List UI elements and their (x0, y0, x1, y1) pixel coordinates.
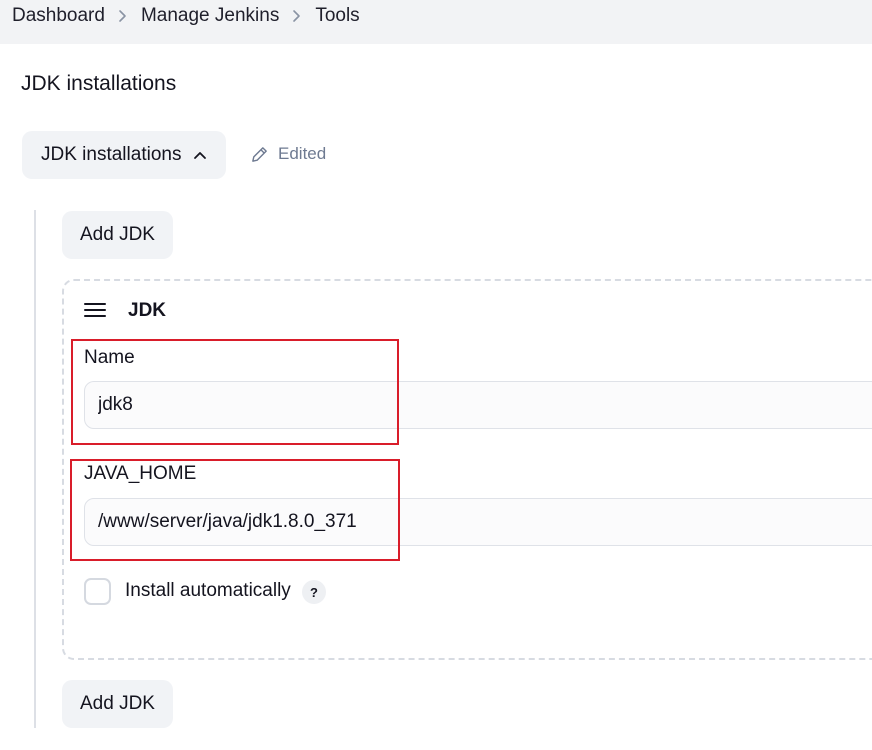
install-automatically-label[interactable]: Install automatically (125, 580, 291, 602)
install-automatically-checkbox[interactable] (84, 578, 111, 605)
drag-handle-icon[interactable] (84, 303, 106, 319)
chevron-up-icon (193, 148, 207, 162)
breadcrumb: Dashboard Manage Jenkins Tools (12, 5, 360, 27)
name-input[interactable] (84, 381, 872, 429)
breadcrumb-manage-jenkins[interactable]: Manage Jenkins (141, 5, 279, 27)
chevron-right-icon (279, 9, 315, 23)
java-home-input[interactable] (84, 498, 872, 546)
name-label: Name (84, 347, 135, 368)
edited-indicator: Edited (250, 144, 326, 164)
section-divider-line (34, 210, 36, 728)
jdk-installations-toggle-button[interactable]: JDK installations (22, 131, 226, 179)
help-icon[interactable]: ? (302, 580, 326, 604)
toggle-label: JDK installations (41, 144, 182, 165)
pencil-icon (252, 146, 267, 162)
breadcrumb-tools[interactable]: Tools (315, 5, 359, 27)
jdk-card-title: JDK (128, 300, 167, 321)
edited-label: Edited (278, 144, 327, 163)
add-jdk-button-bottom[interactable]: Add JDK (62, 680, 173, 728)
chevron-right-icon (105, 9, 141, 23)
section-title: JDK installations (21, 72, 177, 95)
breadcrumb-dashboard[interactable]: Dashboard (12, 5, 105, 27)
breadcrumb-bar: Dashboard Manage Jenkins Tools (0, 0, 872, 44)
java-home-label: JAVA_HOME (84, 463, 197, 484)
add-jdk-button-top[interactable]: Add JDK (62, 211, 173, 259)
